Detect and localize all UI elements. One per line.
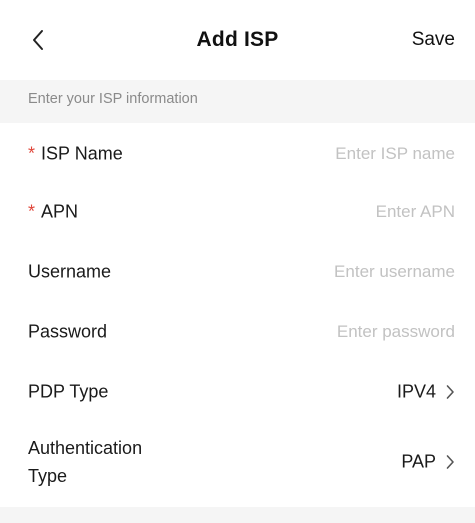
section-hint-text: Enter your ISP information xyxy=(28,91,198,107)
isp-name-input[interactable] xyxy=(235,144,455,164)
password-label: Password xyxy=(28,321,108,342)
auth-type-label: Authentication Type xyxy=(28,434,142,490)
bottom-background xyxy=(0,507,475,523)
auth-type-select[interactable]: PAP xyxy=(401,452,455,473)
auth-type-row[interactable]: Authentication Type PAP xyxy=(0,423,475,501)
auth-type-label-line1: Authentication xyxy=(28,438,143,458)
header-bar: Add ISP Save xyxy=(0,0,475,80)
password-row: Password xyxy=(0,303,475,361)
username-row: Username xyxy=(0,243,475,301)
password-input[interactable] xyxy=(235,322,455,342)
username-label: Username xyxy=(28,261,112,282)
apn-label: * APN xyxy=(28,202,78,223)
pdp-type-select[interactable]: IPV4 xyxy=(397,382,455,403)
chevron-left-icon xyxy=(33,30,43,50)
required-mark: * xyxy=(28,201,36,222)
required-mark: * xyxy=(28,143,36,164)
apn-row: * APN xyxy=(0,183,475,241)
apn-label-text: APN xyxy=(41,201,79,222)
auth-type-value: PAP xyxy=(401,451,436,472)
chevron-right-icon xyxy=(446,385,455,400)
pdp-type-row[interactable]: PDP Type IPV4 xyxy=(0,363,475,421)
apn-input[interactable] xyxy=(235,202,455,222)
isp-name-label-text: ISP Name xyxy=(41,143,123,164)
pdp-type-value: IPV4 xyxy=(396,381,436,402)
save-button[interactable]: Save xyxy=(412,29,455,51)
chevron-right-icon xyxy=(446,455,455,470)
username-input[interactable] xyxy=(235,262,455,282)
section-hint: Enter your ISP information xyxy=(0,80,475,123)
add-isp-screen: Add ISP Save Enter your ISP information … xyxy=(0,0,475,523)
page-title: Add ISP xyxy=(196,28,279,51)
pdp-type-label: PDP Type xyxy=(28,381,109,402)
isp-name-label: * ISP Name xyxy=(28,144,123,165)
isp-name-row: * ISP Name xyxy=(0,125,475,183)
auth-type-label-line2: Type xyxy=(28,466,68,486)
back-button[interactable] xyxy=(24,22,52,58)
isp-form: *ISP Name *APN Username Password PDP Typ… xyxy=(0,123,475,507)
